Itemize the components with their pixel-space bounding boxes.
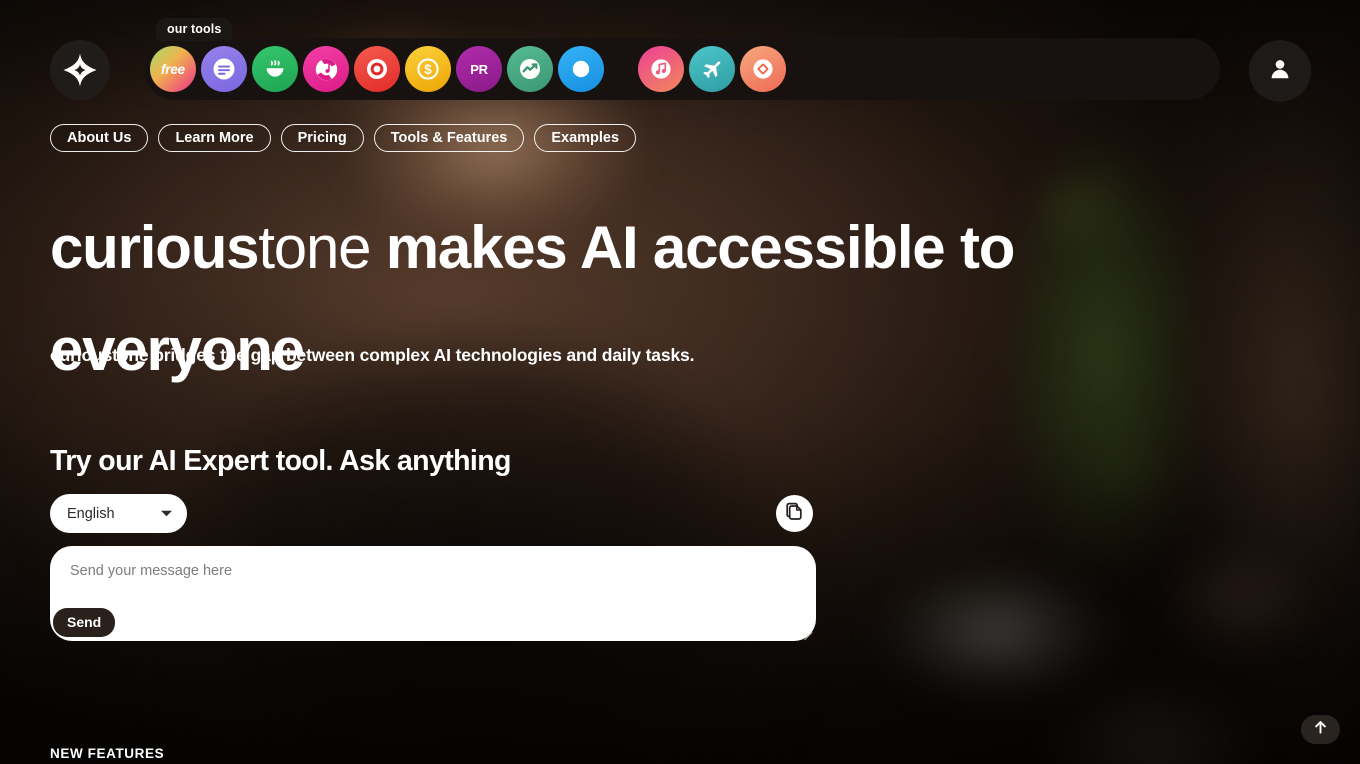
page-subtitle: curioustone bridges the gap between comp… [50,345,695,365]
music-disc-icon [313,56,340,83]
tool-icon-public-relations[interactable]: PR [456,46,502,92]
nav-pill-examples[interactable]: Examples [534,124,637,152]
logo-button[interactable] [50,40,110,100]
sparkle-star-icon [62,52,98,88]
nav-pill-learn-more[interactable]: Learn More [158,124,271,152]
headline-brand-light: tone [258,214,371,281]
tool-icon-audio[interactable] [638,46,684,92]
dollar-coin-icon: $ [415,56,441,82]
language-select[interactable]: English [50,494,187,533]
tool-label-pr: PR [470,61,488,77]
svg-text:$: $ [424,62,432,77]
nav-pill-tools-features[interactable]: Tools & Features [373,124,525,152]
headline-rest: makes AI accessible to [370,214,1016,281]
copy-documents-icon [785,501,805,526]
message-input-box[interactable]: Send your message here [50,546,816,641]
nav-pill-about-us[interactable]: About Us [50,124,149,152]
new-features-heading: NEW FEATURES [50,746,165,761]
textarea-resize-handle[interactable] [802,628,813,639]
headline-brand-bold: curious [50,214,260,281]
speech-bubble-lines-icon [211,56,237,82]
tool-icon-deals[interactable] [740,46,786,92]
tool-icon-trends[interactable] [507,46,553,92]
tool-icon-finance[interactable]: $ [405,46,451,92]
tool-icon-free[interactable]: free [150,46,196,92]
account-button[interactable] [1249,40,1311,102]
tools-bar: free $ PR [144,38,1220,100]
copy-button[interactable] [776,495,813,532]
diamond-icon [750,56,776,82]
tool-icon-blue-dot[interactable] [558,46,604,92]
filled-circle-icon [568,56,594,82]
language-select-value: English [67,505,115,522]
tool-icon-recipes[interactable] [252,46,298,92]
send-button[interactable]: Send [53,608,116,637]
tool-icon-summarize[interactable] [201,46,247,92]
scroll-to-top-button[interactable] [1301,715,1340,744]
our-tools-label: our tools [156,18,233,41]
person-icon [1267,56,1293,87]
trend-arrow-icon [517,56,543,82]
message-placeholder: Send your message here [70,563,233,579]
nav-pill-pricing[interactable]: Pricing [280,124,364,152]
steaming-bowl-icon [261,55,289,83]
record-circle-icon [364,56,390,82]
site-header: our tools free $ PR [0,0,1360,115]
primary-nav: About Us Learn More Pricing Tools & Feat… [50,124,637,152]
tool-icon-travel[interactable] [689,46,735,92]
tool-icon-record[interactable] [354,46,400,92]
ai-tool-title: Try our AI Expert tool. Ask anything [50,445,511,477]
chevron-down-icon [160,505,173,523]
music-note-icon [648,56,674,82]
arrow-up-icon [1313,720,1328,740]
airplane-icon [699,56,725,82]
tool-icon-music-maker[interactable] [303,46,349,92]
tool-label-free: free [161,61,185,77]
